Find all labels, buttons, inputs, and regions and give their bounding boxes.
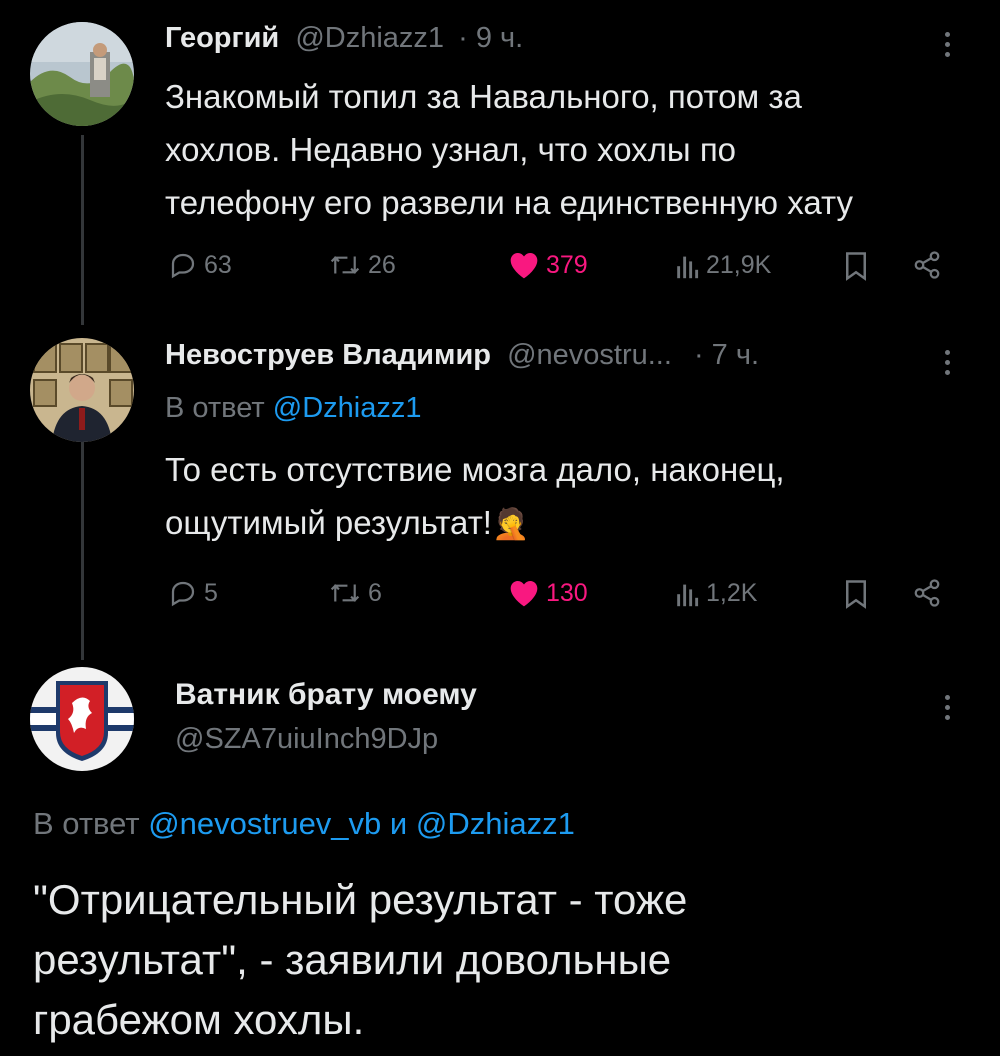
avatar[interactable] <box>30 667 134 771</box>
like-button[interactable]: 379 <box>508 250 588 280</box>
author-handle[interactable]: @SZA7uiuInch9DJp <box>175 723 438 756</box>
heart-icon <box>508 250 540 280</box>
reply-button[interactable]: 63 <box>168 250 232 280</box>
views-icon <box>676 250 700 280</box>
thread-line <box>81 135 84 325</box>
reply-mention[interactable]: @Dzhiazz1 <box>273 392 422 424</box>
share-icon[interactable] <box>912 578 942 608</box>
views-button[interactable]: 1,2K <box>676 578 757 608</box>
author-handle[interactable]: @Dzhiazz1 <box>295 22 444 54</box>
reply-icon <box>168 250 198 280</box>
facepalm-emoji: 🤦 <box>491 508 530 541</box>
author-name[interactable]: Ватник брату моему <box>175 678 477 712</box>
like-count: 130 <box>546 578 588 607</box>
retweet-icon <box>328 250 362 280</box>
more-icon[interactable] <box>945 32 951 62</box>
bookmark-icon[interactable] <box>843 251 869 281</box>
views-count: 21,9K <box>706 250 772 279</box>
views-icon <box>676 578 700 608</box>
retweet-button[interactable]: 6 <box>328 578 382 608</box>
reply-count: 63 <box>204 250 232 279</box>
author-name[interactable]: Георгий <box>165 22 279 54</box>
timestamp[interactable]: · 7 ч. <box>694 339 759 371</box>
heart-icon <box>508 578 540 608</box>
share-icon[interactable] <box>912 250 942 280</box>
retweet-icon <box>328 578 362 608</box>
avatar[interactable] <box>30 22 134 126</box>
reply-prefix: В ответ <box>165 392 265 424</box>
like-button[interactable]: 130 <box>508 578 588 608</box>
author-name[interactable]: Невоструев Владимир <box>165 339 491 371</box>
more-icon[interactable] <box>945 695 951 725</box>
retweet-count: 26 <box>368 250 396 279</box>
views-count: 1,2K <box>706 578 758 607</box>
reply-icon <box>168 578 198 608</box>
avatar[interactable] <box>30 338 134 442</box>
bookmark-icon[interactable] <box>843 579 869 609</box>
reply-mention[interactable]: @nevostruev_vb <box>148 806 381 841</box>
retweet-count: 6 <box>368 578 382 607</box>
author-handle[interactable]: @nevostru... <box>507 339 672 371</box>
like-count: 379 <box>546 250 588 279</box>
thread-line <box>81 440 84 660</box>
retweet-button[interactable]: 26 <box>328 250 396 280</box>
reply-button[interactable]: 5 <box>168 578 218 608</box>
tweet-text: "Отрицательный результат - тоже результа… <box>33 876 688 1043</box>
reply-and: и <box>389 806 408 841</box>
tweet-text: То есть отсутствие мозга дало, наконец, … <box>165 451 785 541</box>
more-icon[interactable] <box>945 350 951 380</box>
reply-count: 5 <box>204 578 218 607</box>
tweet-text: Знакомый топил за Навального, потом за х… <box>165 78 853 221</box>
reply-mention[interactable]: @Dzhiazz1 <box>416 806 575 841</box>
reply-prefix: В ответ <box>33 806 140 841</box>
views-button[interactable]: 21,9K <box>676 250 771 280</box>
timestamp[interactable]: · 9 ч. <box>458 22 523 54</box>
